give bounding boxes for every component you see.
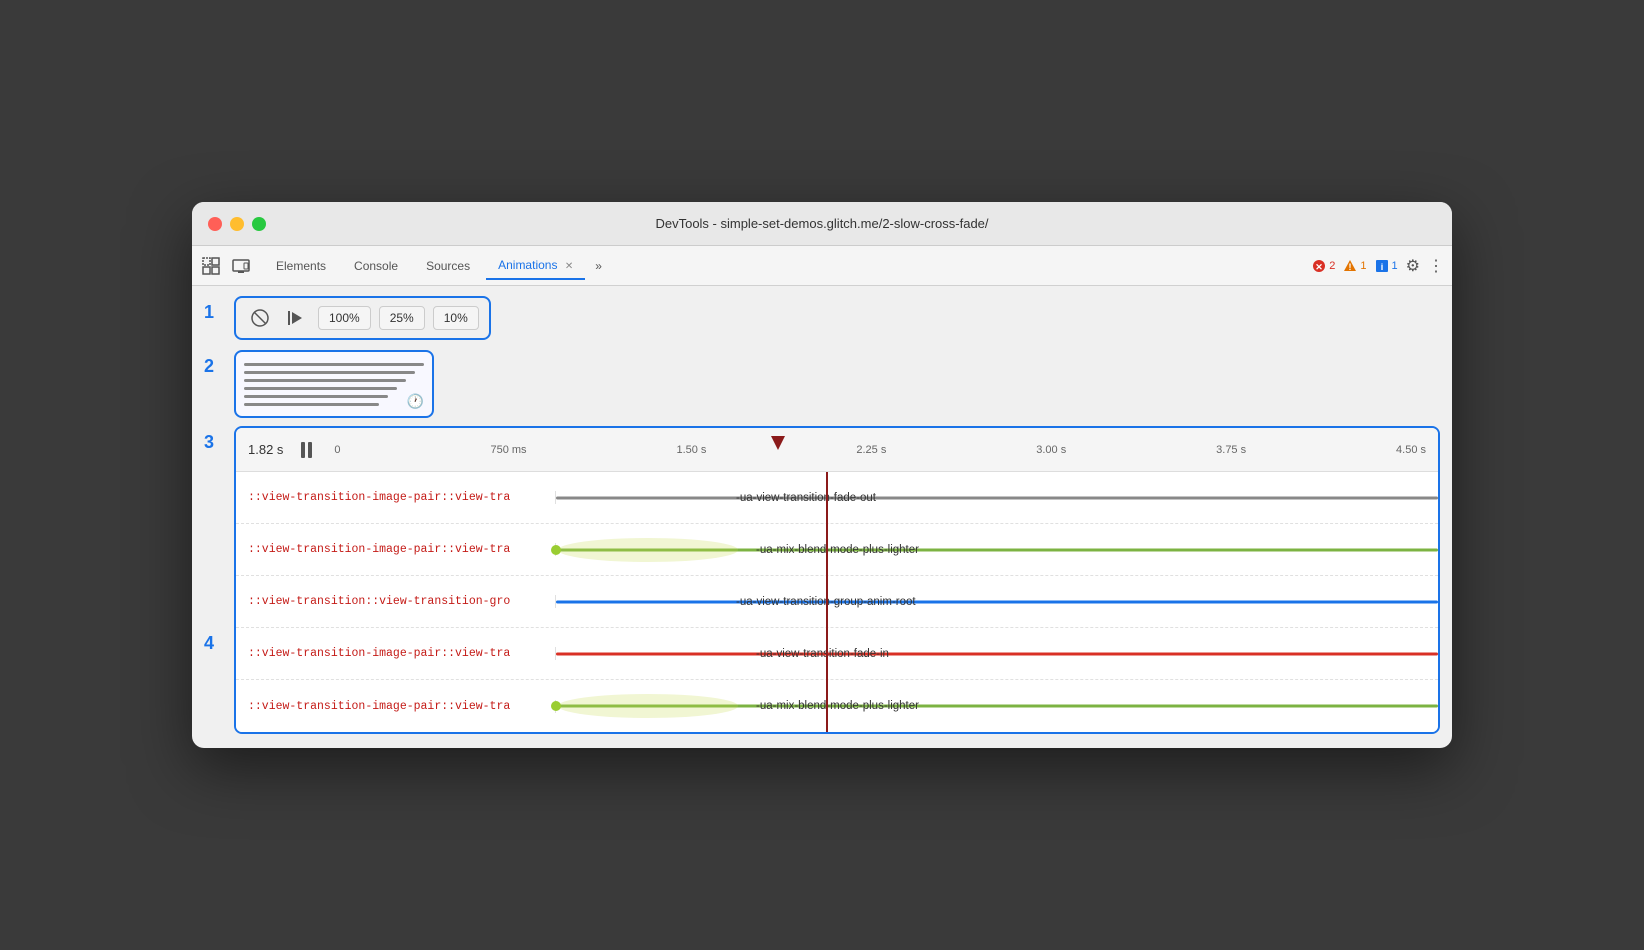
tab-console[interactable]: Console	[342, 253, 410, 279]
title-bar: DevTools - simple-set-demos.glitch.me/2-…	[192, 202, 1452, 246]
row-label-2: ::view-transition-image-pair::view-tra	[236, 543, 556, 556]
section-label-3: 3 4	[204, 432, 224, 654]
section-label-1: 1	[204, 302, 224, 323]
info-badge: i 1	[1375, 259, 1398, 273]
tab-bar-icons	[200, 255, 252, 277]
window-title: DevTools - simple-set-demos.glitch.me/2-…	[655, 216, 988, 231]
dot-1	[551, 545, 561, 555]
tab-elements[interactable]: Elements	[264, 253, 338, 279]
section-label-2: 2	[204, 356, 224, 377]
anim-name-2: -ua-mix-blend-mode-plus-lighter	[756, 544, 919, 556]
controls-container: 100% 25% 10%	[234, 296, 491, 340]
animation-lines	[244, 363, 424, 406]
ruler-mark-225: 2.25 s	[856, 444, 886, 456]
playhead-diamond	[771, 436, 785, 450]
ruler-mark-375: 3.75 s	[1216, 444, 1246, 456]
anim-line-5	[244, 395, 388, 398]
section-3-4-outer: 3 4 1.82 s 0 750 ms 1.50 s 2.25	[192, 426, 1452, 748]
anim-line-1	[244, 363, 424, 366]
dot-2	[551, 701, 561, 711]
timeline-ruler[interactable]: 1.82 s 0 750 ms 1.50 s 2.25 s 3.00 s 3.7…	[236, 428, 1438, 472]
anim-row-5[interactable]: ::view-transition-image-pair::view-tra -…	[236, 680, 1438, 732]
anim-row-4[interactable]: ::view-transition-image-pair::view-tra -…	[236, 628, 1438, 680]
settings-icon[interactable]: ⚙	[1406, 256, 1420, 276]
tab-sources[interactable]: Sources	[414, 253, 482, 279]
animation-tracks: ::view-transition-image-pair::view-tra -…	[236, 472, 1438, 732]
maximize-button[interactable]	[252, 217, 266, 231]
minimize-button[interactable]	[230, 217, 244, 231]
anim-line-3	[244, 379, 406, 382]
bar-red-1	[556, 652, 1438, 655]
section-2-wrapper: 2 🕐	[192, 346, 1452, 426]
anim-row-3[interactable]: ::view-transition::view-transition-gro -…	[236, 576, 1438, 628]
ruler-mark-750: 750 ms	[490, 444, 526, 456]
svg-text:✕: ✕	[1316, 262, 1324, 272]
clock-icon: 🕐	[407, 393, 424, 410]
tab-animations[interactable]: Animations ✕	[486, 252, 585, 280]
row-label-3: ::view-transition::view-transition-gro	[236, 595, 556, 608]
anim-line-6	[244, 403, 379, 406]
timeline-section: 1.82 s 0 750 ms 1.50 s 2.25 s 3.00 s 3.7…	[234, 426, 1440, 734]
clear-animations-button[interactable]	[246, 304, 274, 332]
anim-name-4: -ua-view-transition-fade-in	[756, 648, 889, 660]
play-pause-button[interactable]	[282, 304, 310, 332]
speed-25-button[interactable]: 25%	[379, 306, 425, 330]
row-track-5: -ua-mix-blend-mode-plus-lighter	[556, 680, 1438, 732]
row-track-1: -ua-view-transition-fade-out	[556, 472, 1438, 523]
warning-badge: ! 1	[1343, 259, 1366, 273]
bar-gray-1	[556, 496, 1438, 499]
row-track-4: -ua-view-transition-fade-in	[556, 628, 1438, 679]
inspect-icon[interactable]	[200, 255, 222, 277]
ruler-marks: 0 750 ms 1.50 s 2.25 s 3.00 s 3.75 s 4.5…	[334, 444, 1426, 456]
tab-close-icon[interactable]: ✕	[565, 261, 573, 272]
speed-10-button[interactable]: 10%	[433, 306, 479, 330]
ruler-mark-150: 1.50 s	[676, 444, 706, 456]
devtools-window: DevTools - simple-set-demos.glitch.me/2-…	[192, 202, 1452, 748]
anim-line-4	[244, 387, 397, 390]
row-label-1: ::view-transition-image-pair::view-tra	[236, 491, 556, 504]
blob-2	[558, 694, 738, 718]
row-label-5: ::view-transition-image-pair::view-tra	[236, 700, 556, 713]
svg-text:!: !	[1349, 262, 1352, 272]
ruler-mark-300: 3.00 s	[1036, 444, 1066, 456]
speed-100-button[interactable]: 100%	[318, 306, 371, 330]
tab-bar: Elements Console Sources Animations ✕ » …	[192, 246, 1452, 286]
anim-name-1: -ua-view-transition-fade-out	[736, 492, 876, 504]
tab-bar-right: ✕ 2 ! 1 i 1 ⚙ ⋮	[1312, 256, 1444, 276]
pause-bar-2	[308, 442, 312, 458]
ruler-mark-0: 0	[334, 444, 340, 456]
anim-name-3: -ua-view-transition-group-anim-root	[736, 596, 916, 608]
current-time-display: 1.82 s	[248, 442, 283, 457]
anim-row-2[interactable]: ::view-transition-image-pair::view-tra -…	[236, 524, 1438, 576]
more-icon[interactable]: ⋮	[1428, 256, 1444, 276]
anim-name-5: -ua-mix-blend-mode-plus-lighter	[756, 700, 919, 712]
close-button[interactable]	[208, 217, 222, 231]
svg-text:i: i	[1380, 262, 1383, 272]
blob-1	[558, 538, 738, 562]
ruler-mark-450: 4.50 s	[1396, 444, 1426, 456]
anim-row-1[interactable]: ::view-transition-image-pair::view-tra -…	[236, 472, 1438, 524]
tab-overflow-button[interactable]: »	[589, 255, 608, 277]
animation-preview[interactable]: 🕐	[234, 350, 434, 418]
traffic-lights	[208, 217, 266, 231]
devtools-body: 1 100% 25% 10% 2	[192, 286, 1452, 748]
pause-icon	[301, 442, 312, 458]
anim-line-2	[244, 371, 415, 374]
row-track-2: -ua-mix-blend-mode-plus-lighter	[556, 524, 1438, 575]
section-1-wrapper: 1 100% 25% 10%	[192, 286, 1452, 346]
row-track-3: -ua-view-transition-group-anim-root	[556, 576, 1438, 627]
pause-bar-1	[301, 442, 305, 458]
row-label-4: ::view-transition-image-pair::view-tra	[236, 647, 556, 660]
bar-blue-1	[556, 600, 1438, 603]
error-badge: ✕ 2	[1312, 259, 1335, 273]
responsive-icon[interactable]	[230, 255, 252, 277]
